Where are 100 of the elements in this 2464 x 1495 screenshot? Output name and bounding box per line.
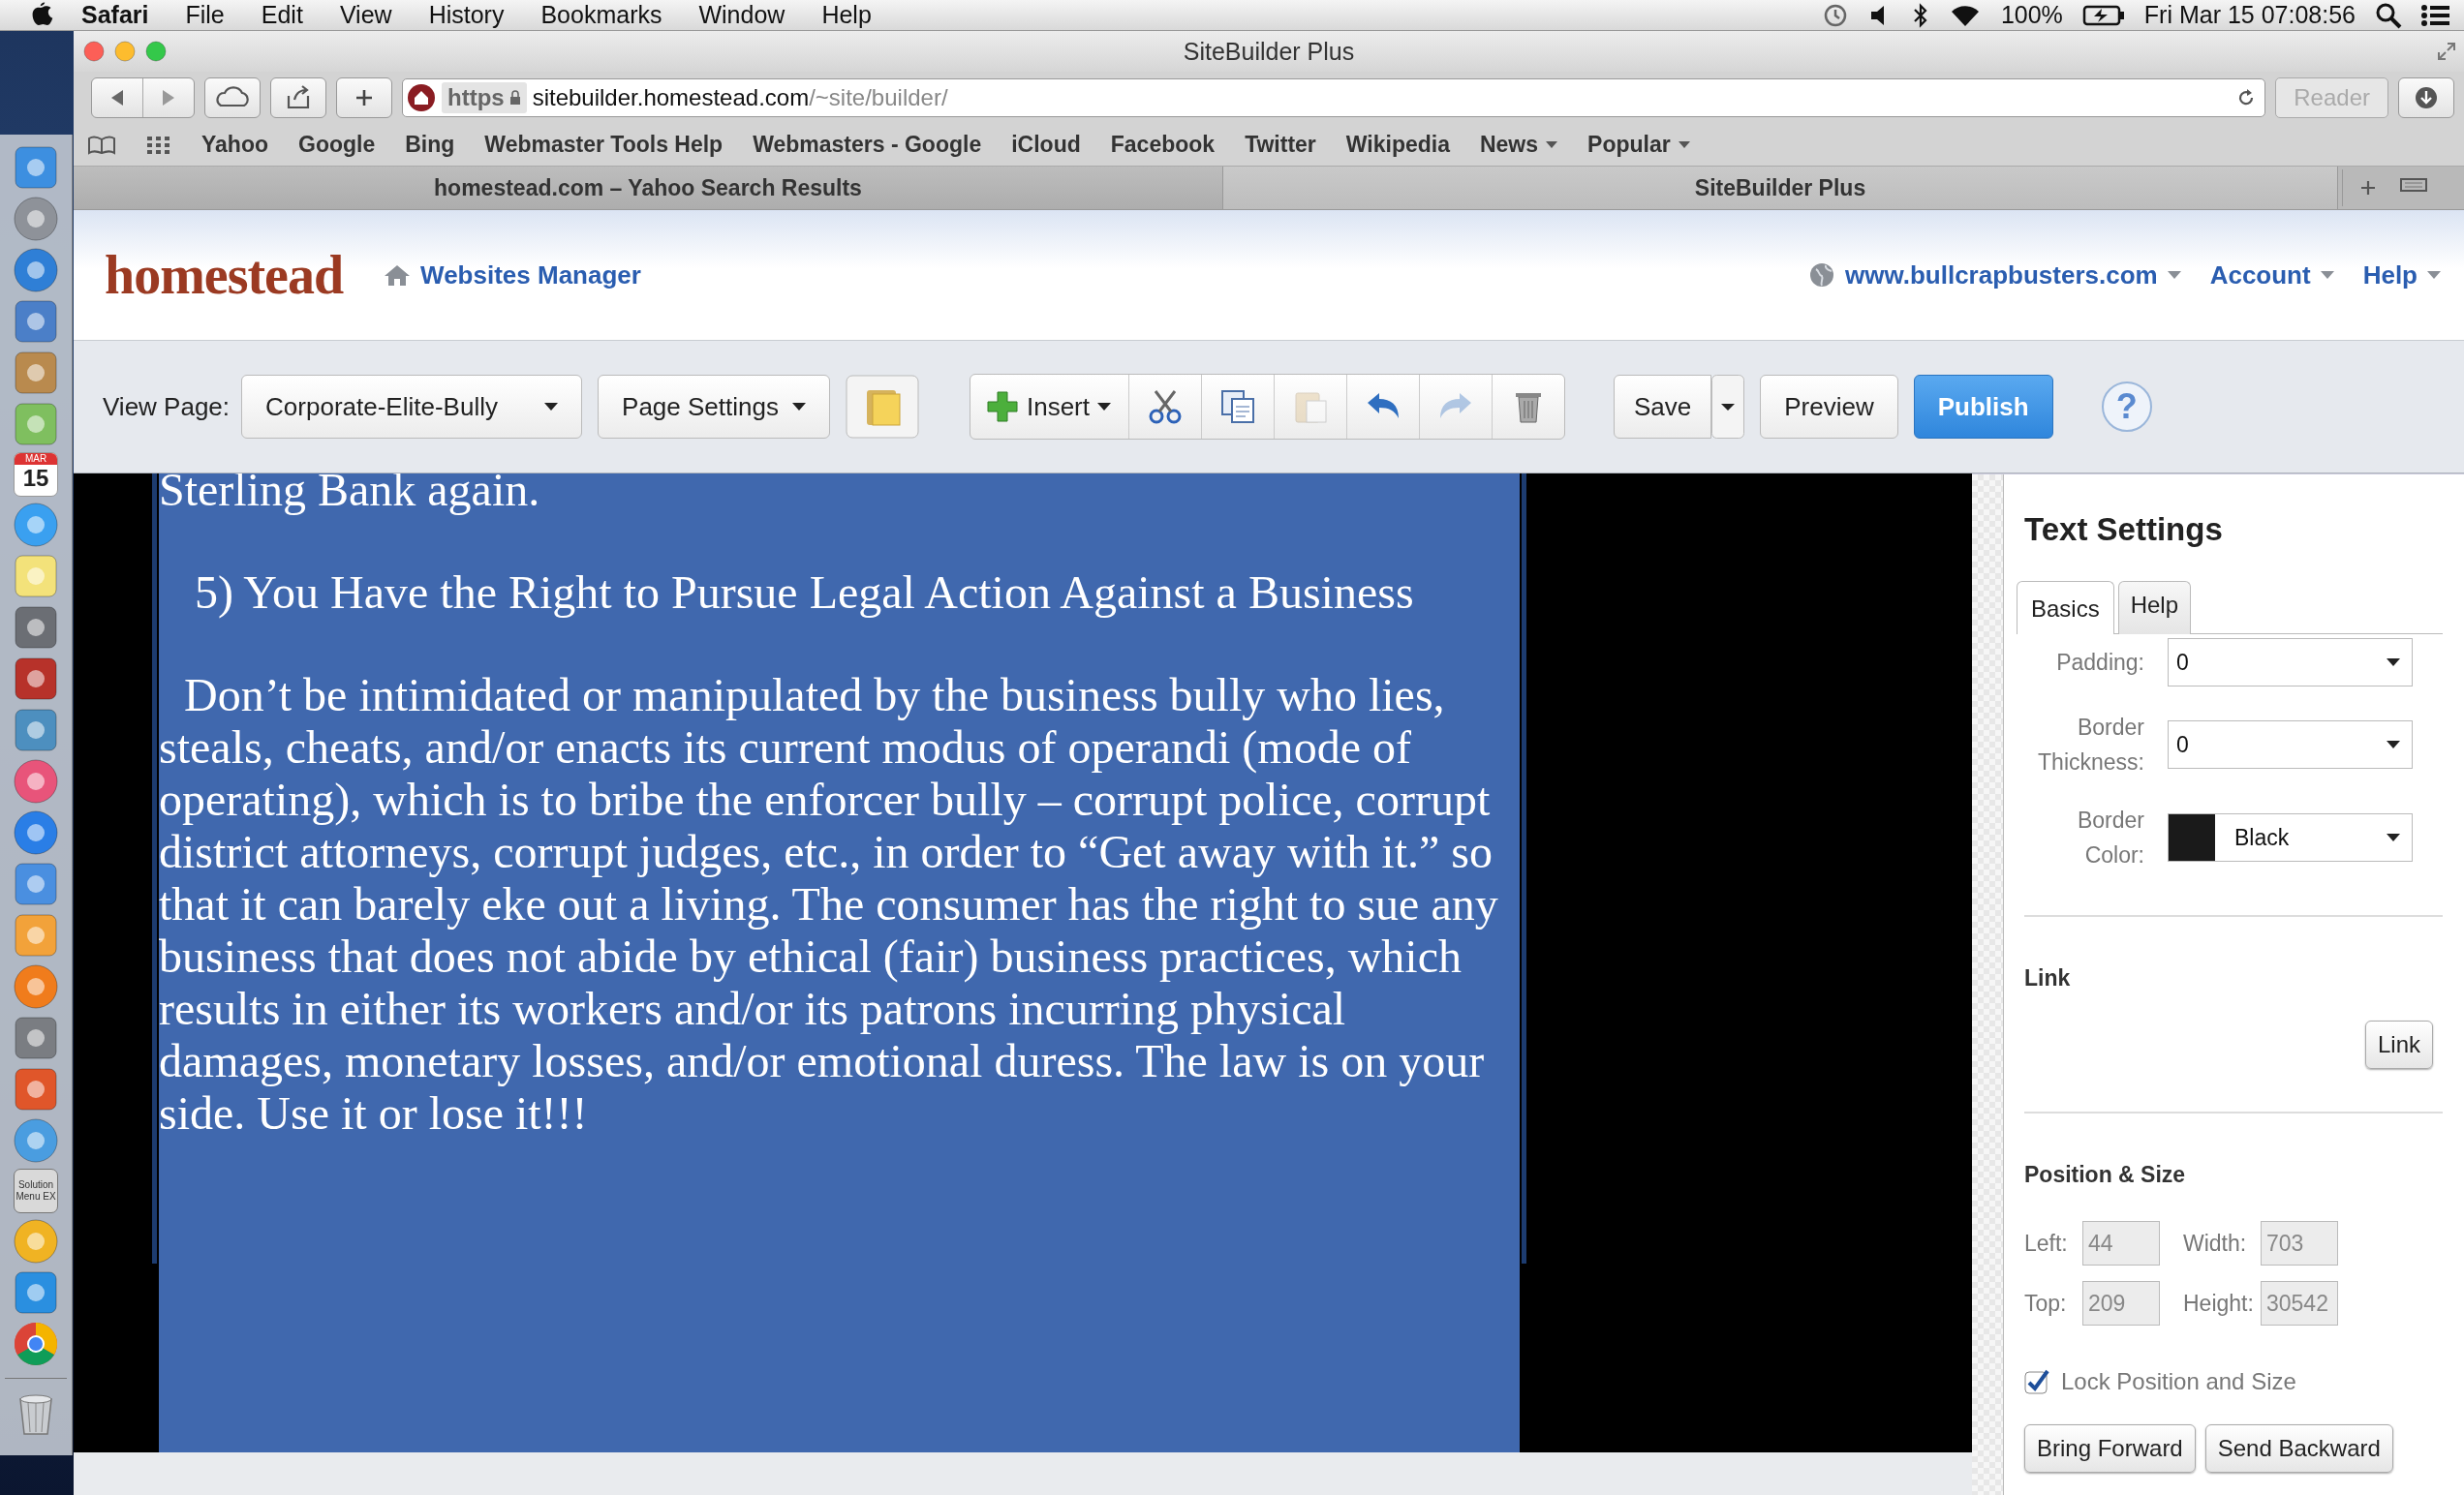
paragraph-text: Don’t be intimidated or manipulated by the business bully who lies, steals, cheats, and/or enacts its current modus of operandi (mode of operating), which is to bribe the enforcer bully – corrupt police, corrupt district attorneys, corrupt judges, etc., in order to “Get away with it.” so that it can barely eke out a living. The consumer has the right to sue any business that does not abide by ethical (fair) business practices, which results in either its workers and/or its patrons incurring physical damages, monetary losses, and/or emotional duress. The law is on your side. Use it or lose it!!! [159,669,1499,1140]
menu-item[interactable]: Edit [261,1,303,29]
paragraph-text: Sterling Bank again. [159,473,541,516]
header-menu[interactable]: Help [2362,259,2441,290]
menu-item[interactable]: Window [698,1,785,29]
browser-tab[interactable]: SiteBuilder Plus [1223,167,2338,209]
list-icon[interactable] [2421,3,2450,27]
bookmark-link[interactable]: Webmaster Tools Help [484,132,724,158]
header-menu[interactable]: Account [2209,259,2334,290]
app-icon[interactable] [13,707,59,753]
select-field[interactable]: 0 [2168,638,2413,686]
url-text: sitebuilder.homestead.com/~site/builder/ [532,84,949,111]
caret-icon [2387,834,2400,841]
app-icon[interactable] [13,604,59,651]
link-button[interactable]: Link [2364,1021,2433,1069]
battery-icon[interactable] [2081,3,2125,27]
page-settings-button[interactable]: Page Settings [598,375,830,439]
calendar-icon[interactable]: MAR 15 [14,452,58,497]
page-dropdown[interactable]: Corporate-Elite-Bully [241,375,583,439]
field-label: Border Color: [2076,807,2144,870]
panel-tab[interactable]: Help [2117,581,2192,634]
app-icon[interactable] [13,1015,59,1061]
app-icon[interactable] [13,1117,59,1164]
close-button[interactable] [83,41,105,62]
downloads-button[interactable] [2398,77,2454,118]
save-button[interactable]: Save [1614,375,1712,439]
app-icon[interactable]: Solution Menu EX [14,1169,58,1213]
grid-icon[interactable] [146,135,171,155]
homestead-logo[interactable]: homestead [105,244,344,306]
heading-text: 5) You Have the Right to Pursue Legal Action Against a Business [194,566,1415,619]
caret-icon [1678,141,1690,148]
app-icon[interactable] [13,502,59,548]
app-menu[interactable]: Safari [81,1,149,29]
bookmark-link[interactable]: iCloud [1011,132,1081,158]
app-icon[interactable] [13,247,59,293]
preview-button[interactable]: Preview [1760,375,1898,439]
clipboard-button[interactable] [845,375,919,439]
bookmark-link[interactable]: Google [298,132,376,158]
app-icon[interactable] [13,912,59,959]
site-menu[interactable]: www.bullcrapbusters.com [1808,259,2181,290]
bookmark-link[interactable]: Facebook [1110,132,1216,158]
menu-item[interactable]: Help [821,1,872,29]
app-icon[interactable] [13,1269,59,1316]
bookmark-link[interactable]: Webmasters - Google [753,132,982,158]
address-field[interactable]: https sitebuilder.homestead.com/~site/builder/ [402,78,2266,117]
app-icon[interactable] [13,963,59,1010]
app-icon[interactable] [13,758,59,805]
panel-title: Text Settings [2024,511,2224,548]
section-heading: Link [2024,965,2072,992]
window-title: SiteBuilder Plus [1183,37,1355,66]
bookmark-link[interactable]: Wikipedia [1345,132,1450,158]
app-icon[interactable] [13,401,59,447]
caret-icon [2387,741,2400,748]
fullscreen-icon[interactable] [2437,42,2456,61]
field-label: Width: [2182,1230,2248,1257]
order-button[interactable]: Send Backward [2204,1424,2393,1473]
app-icon[interactable] [13,196,59,242]
cloud-button[interactable] [204,77,261,118]
bookmark-link[interactable]: Bing [405,132,455,158]
app-icon[interactable] [13,1066,59,1113]
plus-icon [985,390,1019,423]
app-icon[interactable] [13,809,59,856]
bookmark-link[interactable]: Popular [1587,132,1690,158]
clock[interactable]: Fri Mar 15 07:08:56 [2143,1,2356,29]
select-field[interactable]: Black [2168,813,2413,862]
search-icon[interactable] [2375,1,2402,29]
save-menu-button[interactable] [1711,375,1745,439]
bookmark-link[interactable]: News [1479,132,1558,158]
app-icon[interactable] [13,1218,59,1265]
panel-tab[interactable]: Basics [2017,581,2114,634]
field-label: Border Thickness: [2037,714,2144,777]
app-icon[interactable] [13,350,59,396]
app-icon[interactable] [13,861,59,907]
menu-item[interactable]: History [428,1,505,29]
websites-manager-link[interactable]: Websites Manager [384,259,641,290]
bookmark-link[interactable]: Twitter [1245,132,1316,158]
lock-icon [508,90,521,106]
menu-item[interactable]: View [339,1,392,29]
share-button[interactable] [270,77,326,118]
app-icon[interactable] [13,553,59,599]
checkbox[interactable] [2024,1369,2049,1394]
select-field[interactable]: 0 [2168,720,2413,769]
bluetooth-icon[interactable] [1911,2,1929,28]
order-button[interactable]: Bring Forward [2024,1424,2196,1473]
bookmark-link[interactable]: Yahoo [201,132,268,158]
caret-icon [1546,141,1558,148]
browser-logo-icon[interactable] [13,1321,59,1367]
caret-icon [2320,271,2334,279]
app-icon[interactable] [13,144,59,191]
minimize-button[interactable] [114,41,136,62]
checkbox-label: Lock Position and Size [2061,1368,2296,1395]
zoom-button[interactable] [145,41,167,62]
book-icon[interactable] [87,135,116,155]
menu-item[interactable]: Bookmarks [540,1,662,29]
new-tab-button[interactable] [336,77,392,118]
app-icon[interactable] [13,298,59,345]
app-icon[interactable] [13,656,59,702]
caret-icon [2387,658,2400,666]
browser-tab[interactable]: homestead.com – Yahoo Search Results [74,167,1223,209]
menu-item[interactable]: File [185,1,225,29]
